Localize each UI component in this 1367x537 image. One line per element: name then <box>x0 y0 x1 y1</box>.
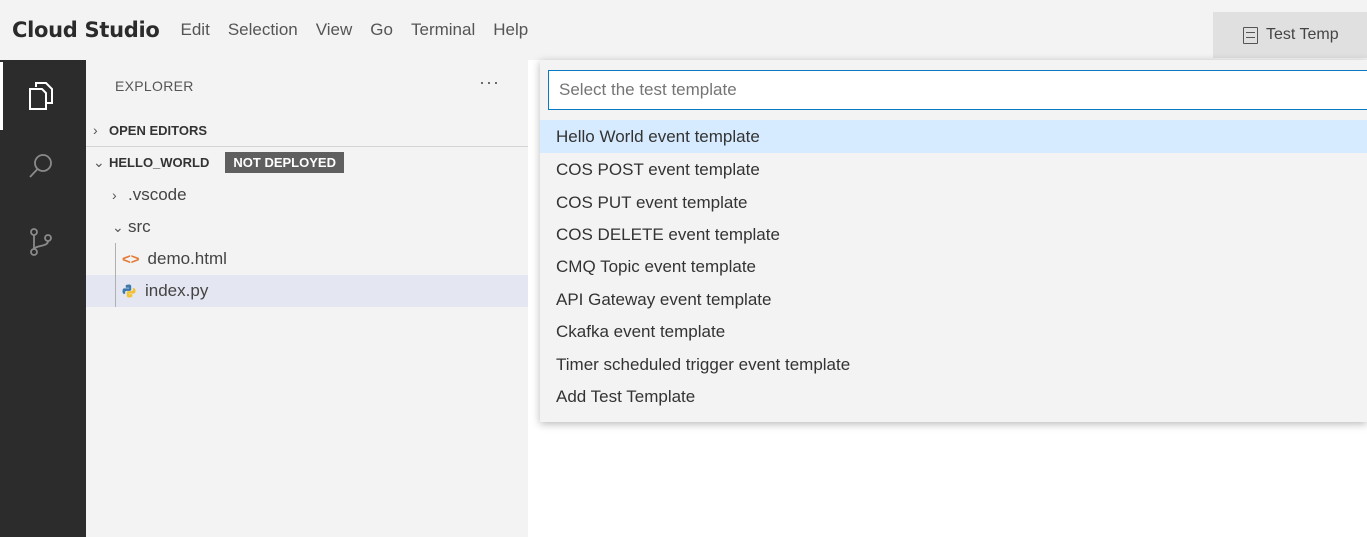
chevron-down-icon: ⌄ <box>93 153 105 170</box>
quick-pick-item[interactable]: COS DELETE event template <box>540 218 1367 251</box>
tree-item-vscode[interactable]: › .vscode <box>86 179 528 211</box>
chevron-right-icon: › <box>93 122 98 138</box>
open-editors-label: OPEN EDITORS <box>109 122 208 138</box>
template-search-input[interactable] <box>548 70 1367 110</box>
project-label: HELLO_WORLD <box>109 154 210 170</box>
chevron-right-icon: › <box>112 187 117 203</box>
menu-selection[interactable]: Selection <box>219 0 307 60</box>
activity-bar <box>0 60 86 537</box>
test-template-label: Test Temp <box>1266 26 1339 43</box>
tree-item-label: index.py <box>145 281 209 300</box>
explorer-sidebar: EXPLORER ··· › OPEN EDITORS ⌄ HELLO_WORL… <box>86 60 528 537</box>
quick-pick-item[interactable]: Ckafka event template <box>540 315 1367 348</box>
sidebar-title: EXPLORER <box>115 78 194 94</box>
tree-item-label: .vscode <box>128 185 187 204</box>
quick-pick-item[interactable]: COS PUT event template <box>540 186 1367 219</box>
document-icon <box>1243 26 1258 44</box>
quick-pick-item[interactable]: Timer scheduled trigger event template <box>540 348 1367 381</box>
quick-pick-item[interactable]: Hello World event template <box>540 120 1367 153</box>
indent-guide <box>115 243 116 307</box>
tree-item-index-py[interactable]: index.py <box>86 275 528 307</box>
source-control-icon <box>30 228 52 256</box>
more-actions-button[interactable]: ··· <box>479 72 500 93</box>
chevron-down-icon: ⌄ <box>112 218 124 235</box>
menu-terminal[interactable]: Terminal <box>402 0 484 60</box>
source-control-button[interactable] <box>0 208 86 276</box>
search-icon <box>29 154 52 178</box>
tree-item-label: demo.html <box>147 249 227 268</box>
explorer-button[interactable] <box>0 62 86 130</box>
menu-help[interactable]: Help <box>484 0 537 60</box>
explorer-icon <box>29 82 53 110</box>
tree-item-label: src <box>128 217 151 236</box>
quick-pick-item[interactable]: API Gateway event template <box>540 283 1367 316</box>
project-section[interactable]: ⌄ HELLO_WORLD NOT DEPLOYED <box>86 147 528 177</box>
app-brand: Cloud Studio <box>12 18 160 42</box>
menu-bar: Cloud Studio Edit Selection View Go Term… <box>0 0 1367 60</box>
search-button[interactable] <box>0 132 86 200</box>
menu-edit[interactable]: Edit <box>172 0 219 60</box>
html-file-icon: <> <box>122 250 140 268</box>
python-file-icon <box>122 284 136 298</box>
menu-view[interactable]: View <box>307 0 362 60</box>
open-editors-section[interactable]: › OPEN EDITORS <box>86 115 528 145</box>
tree-item-src[interactable]: ⌄ src <box>86 211 528 243</box>
tree-item-demo-html[interactable]: <> demo.html <box>86 243 528 275</box>
quick-pick-item[interactable]: COS POST event template <box>540 153 1367 186</box>
deploy-status-badge: NOT DEPLOYED <box>225 151 344 173</box>
menu-go[interactable]: Go <box>361 0 402 60</box>
quick-pick: Hello World event template COS POST even… <box>540 60 1367 422</box>
menu: Edit Selection View Go Terminal Help <box>172 0 538 60</box>
quick-pick-item[interactable]: Add Test Template <box>540 380 1367 413</box>
test-template-button[interactable]: Test Temp <box>1213 12 1367 58</box>
quick-pick-item[interactable]: CMQ Topic event template <box>540 250 1367 283</box>
